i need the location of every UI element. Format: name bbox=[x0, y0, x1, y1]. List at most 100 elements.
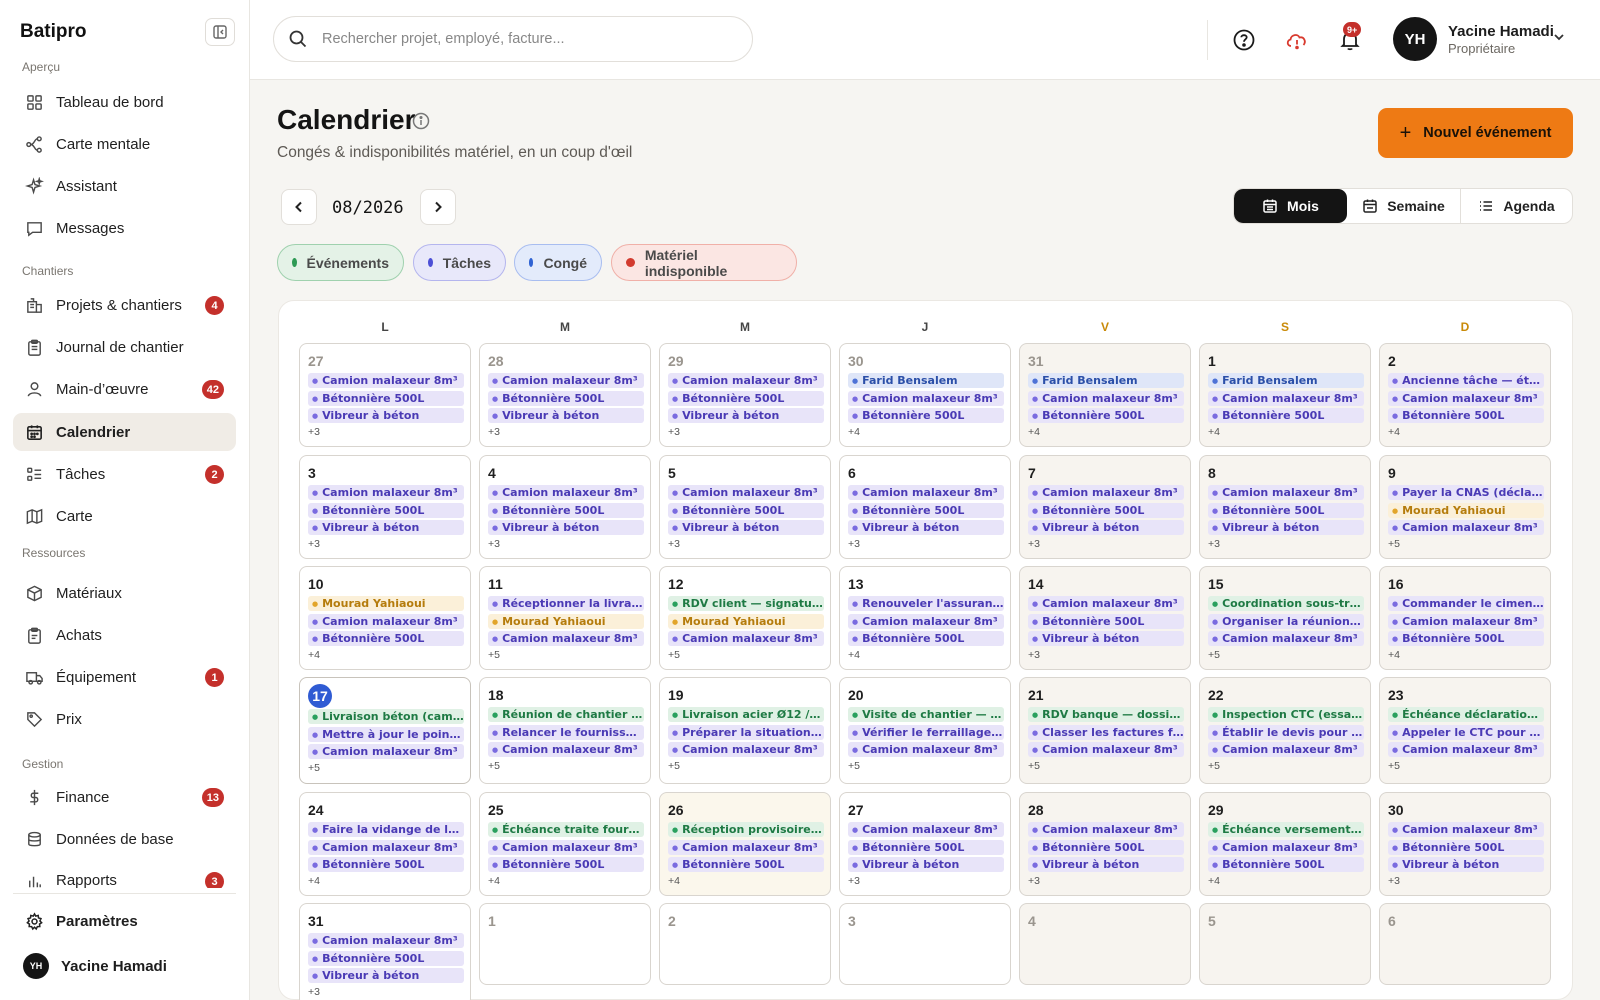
calendar-event[interactable]: Camion malaxeur 8m³ bbox=[1208, 485, 1364, 500]
calendar-day-cell[interactable]: 9 Payer la CNAS (déclaration) Mourad Yahia… bbox=[1379, 455, 1551, 559]
sidebar-item-dashboard[interactable]: Tableau de bord bbox=[13, 83, 236, 121]
calendar-event[interactable]: Camion malaxeur 8m³ bbox=[668, 373, 824, 388]
calendar-event[interactable]: Farid Bensalem bbox=[1208, 373, 1364, 388]
calendar-day-cell[interactable]: 21 RDV banque — dossier crédit Classer les… bbox=[1019, 677, 1191, 784]
calendar-event[interactable]: Ancienne tâche — étude de sol bbox=[1388, 373, 1544, 388]
prev-month-button[interactable] bbox=[281, 189, 317, 225]
calendar-event[interactable]: Bétonnière 500L bbox=[308, 631, 464, 647]
calendar-event[interactable]: Commander le ciment pour lot 2 bbox=[1388, 596, 1544, 611]
calendar-day-cell[interactable]: 29 Échéance versement CNAS Camion malaxeur… bbox=[1199, 792, 1371, 896]
calendar-event[interactable]: Vibreur à béton bbox=[848, 857, 1004, 873]
calendar-event[interactable]: Mourad Yahiaoui bbox=[488, 613, 644, 629]
calendar-event[interactable]: Vibreur à béton bbox=[1208, 520, 1364, 536]
calendar-event[interactable]: Vibreur à béton bbox=[308, 968, 464, 984]
calendar-event[interactable]: Farid Bensalem bbox=[1028, 373, 1184, 388]
view-agenda-button[interactable]: Agenda bbox=[1461, 189, 1572, 223]
calendar-day-cell[interactable]: 15 Coordination sous-traitants Organiser l… bbox=[1199, 566, 1371, 670]
calendar-event[interactable]: Camion malaxeur 8m³ bbox=[308, 839, 464, 855]
more-events-link[interactable]: +5 bbox=[1388, 538, 1544, 551]
sidebar-item-tasks[interactable]: Tâches 2 bbox=[13, 455, 236, 493]
calendar-event[interactable]: Bétonnière 500L bbox=[1388, 839, 1544, 855]
calendar-event[interactable]: Vibreur à béton bbox=[1028, 520, 1184, 536]
calendar-event[interactable]: Renouveler l'assurance chantier bbox=[848, 596, 1004, 611]
more-events-link[interactable]: +5 bbox=[488, 760, 644, 773]
calendar-event[interactable]: Bétonnière 500L bbox=[1388, 408, 1544, 424]
calendar-event[interactable]: Camion malaxeur 8m³ bbox=[308, 744, 464, 760]
calendar-event[interactable]: Visite de chantier — maître d'ouvrage bbox=[848, 707, 1004, 722]
next-month-button[interactable] bbox=[420, 189, 456, 225]
calendar-event[interactable]: Préparer la situation n°3 bbox=[668, 724, 824, 740]
calendar-day-cell[interactable]: 7 Camion malaxeur 8m³ Bétonnière 500L Vibre… bbox=[1019, 455, 1191, 559]
filter-chip-tasks[interactable]: Tâches bbox=[413, 244, 506, 281]
calendar-event[interactable]: Camion malaxeur 8m³ bbox=[488, 631, 644, 647]
more-events-link[interactable]: +4 bbox=[848, 649, 1004, 662]
calendar-event[interactable]: Camion malaxeur 8m³ bbox=[1388, 822, 1544, 837]
more-events-link[interactable]: +3 bbox=[488, 538, 644, 551]
calendar-event[interactable]: Bétonnière 500L bbox=[848, 839, 1004, 855]
sidebar-item-settings[interactable]: Paramètres bbox=[13, 902, 236, 940]
sidebar-item-assistant[interactable]: Assistant bbox=[13, 167, 236, 205]
calendar-event[interactable]: Camion malaxeur 8m³ bbox=[668, 631, 824, 647]
calendar-event[interactable]: Vibreur à béton bbox=[1028, 631, 1184, 647]
calendar-day-cell[interactable]: 8 Camion malaxeur 8m³ Bétonnière 500L Vibre… bbox=[1199, 455, 1371, 559]
calendar-event[interactable]: Appeler le CTC pour les essais bbox=[1388, 724, 1544, 740]
calendar-event[interactable]: Inspection CTC (essais béton) bbox=[1208, 707, 1364, 722]
more-events-link[interactable]: +5 bbox=[1028, 760, 1184, 773]
calendar-event[interactable]: Bétonnière 500L bbox=[1028, 613, 1184, 629]
sidebar-item-messages[interactable]: Messages bbox=[13, 209, 236, 247]
calendar-day-cell[interactable]: 23 Échéance déclaration G50 Appeler le CTC… bbox=[1379, 677, 1551, 784]
calendar-event[interactable]: Payer la CNAS (déclaration) bbox=[1388, 485, 1544, 500]
filter-chip-leave[interactable]: Congé bbox=[514, 244, 602, 281]
calendar-event[interactable]: Vibreur à béton bbox=[488, 520, 644, 536]
calendar-event[interactable]: Organiser la réunion de chantier bbox=[1208, 613, 1364, 629]
calendar-event[interactable]: Vibreur à béton bbox=[308, 408, 464, 424]
sidebar-item-master-data[interactable]: Données de base bbox=[13, 820, 236, 858]
sidebar-item-map[interactable]: Carte bbox=[13, 497, 236, 535]
sidebar-item-equipment[interactable]: Équipement 1 bbox=[13, 658, 236, 696]
calendar-day-cell[interactable]: 13 Renouveler l'assurance chantier Camion … bbox=[839, 566, 1011, 670]
search-input[interactable]: Rechercher projet, employé, facture... bbox=[273, 16, 753, 62]
sidebar-item-prices[interactable]: Prix bbox=[13, 700, 236, 738]
calendar-event[interactable]: Camion malaxeur 8m³ bbox=[848, 390, 1004, 406]
calendar-day-cell[interactable]: 4 Camion malaxeur 8m³ Bétonnière 500L Vibre… bbox=[479, 455, 651, 559]
sidebar-item-finance[interactable]: Finance 13 bbox=[13, 778, 236, 816]
calendar-day-cell[interactable]: 25 Échéance traite fournisseur Camion mala… bbox=[479, 792, 651, 896]
calendar-event[interactable]: Livraison acier Ø12 / Ø14 bbox=[668, 707, 824, 722]
calendar-event[interactable]: Camion malaxeur 8m³ bbox=[668, 742, 824, 758]
calendar-event[interactable]: Camion malaxeur 8m³ bbox=[848, 485, 1004, 500]
calendar-event[interactable]: Bétonnière 500L bbox=[668, 857, 824, 873]
calendar-event[interactable]: Bétonnière 500L bbox=[308, 857, 464, 873]
more-events-link[interactable]: +4 bbox=[1208, 875, 1364, 888]
brand-logo[interactable]: Batipro bbox=[20, 21, 87, 43]
sidebar-item-materials[interactable]: Matériaux bbox=[13, 574, 236, 612]
collapse-sidebar-button[interactable] bbox=[205, 18, 235, 46]
more-events-link[interactable]: +4 bbox=[1388, 426, 1544, 439]
more-events-link[interactable]: +4 bbox=[308, 649, 464, 662]
calendar-event[interactable]: RDV client — signature devis bbox=[668, 596, 824, 611]
calendar-day-cell[interactable]: 2 bbox=[659, 903, 831, 985]
more-events-link[interactable]: +4 bbox=[848, 426, 1004, 439]
calendar-day-cell[interactable]: 30 Farid Bensalem Camion malaxeur 8m³ Béton… bbox=[839, 343, 1011, 447]
more-events-link[interactable]: +3 bbox=[308, 986, 464, 999]
calendar-event[interactable]: Vibreur à béton bbox=[308, 520, 464, 536]
calendar-day-cell[interactable]: 6 bbox=[1379, 903, 1551, 985]
view-week-button[interactable]: Semaine bbox=[1347, 189, 1461, 223]
calendar-event[interactable]: Farid Bensalem bbox=[848, 373, 1004, 388]
calendar-event[interactable]: Bétonnière 500L bbox=[488, 502, 644, 518]
calendar-day-cell[interactable]: 12 RDV client — signature devis Mourad Yah… bbox=[659, 566, 831, 670]
calendar-day-cell[interactable]: 1 bbox=[479, 903, 651, 985]
sidebar-item-purchases[interactable]: Achats bbox=[13, 616, 236, 654]
more-events-link[interactable]: +3 bbox=[1208, 538, 1364, 551]
more-events-link[interactable]: +3 bbox=[308, 426, 464, 439]
calendar-day-cell[interactable]: 28 Camion malaxeur 8m³ Bétonnière 500L Vibr… bbox=[1019, 792, 1191, 896]
calendar-event[interactable]: Bétonnière 500L bbox=[308, 502, 464, 518]
sidebar-user[interactable]: YH Yacine Hamadi bbox=[23, 953, 167, 979]
calendar-event[interactable]: Bétonnière 500L bbox=[668, 390, 824, 406]
calendar-event[interactable]: Réunion de chantier hebdomadaire bbox=[488, 707, 644, 722]
calendar-day-cell[interactable]: 22 Inspection CTC (essais béton) Établir l… bbox=[1199, 677, 1371, 784]
calendar-event[interactable]: Camion malaxeur 8m³ bbox=[1208, 390, 1364, 406]
more-events-link[interactable]: +5 bbox=[1208, 649, 1364, 662]
calendar-event[interactable]: Bétonnière 500L bbox=[848, 631, 1004, 647]
calendar-event[interactable]: Livraison béton (camion toupie) bbox=[308, 709, 464, 724]
info-icon[interactable] bbox=[412, 112, 430, 133]
